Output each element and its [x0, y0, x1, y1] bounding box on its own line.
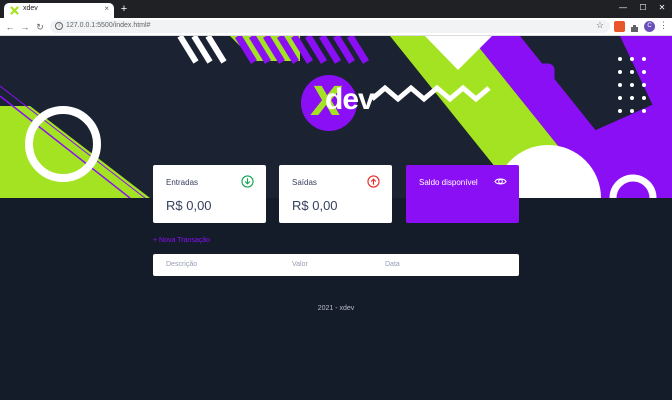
bookmark-star-icon[interactable]: ☆	[596, 20, 604, 31]
xdev-favicon-icon	[10, 6, 19, 15]
puzzle-icon[interactable]	[629, 21, 640, 32]
close-window-button[interactable]: ✕	[655, 2, 669, 14]
address-bar[interactable]: i 127.0.0.1:5500/index.html# ☆	[50, 20, 610, 33]
arrow-down-circle-icon	[241, 175, 254, 188]
card-value: R$ 0,00	[166, 198, 212, 213]
column-header-description: Descrição	[166, 261, 198, 268]
summary-cards: Entradas R$ 0,00 Saídas R$ 0,00 Saldo di…	[153, 165, 519, 223]
new-tab-button[interactable]: +	[118, 3, 130, 15]
browser-menu-icon[interactable]: ⋮	[659, 20, 668, 31]
card-title: Saldo disponível	[419, 178, 478, 187]
card-title: Entradas	[166, 178, 199, 187]
back-button[interactable]: ←	[4, 21, 16, 33]
arrow-up-circle-icon	[367, 175, 380, 188]
card-value: R$ 0,00	[292, 198, 338, 213]
browser-toolbar: ← → ↻ i 127.0.0.1:5500/index.html# ☆ C ⋮	[0, 18, 672, 36]
extension-icon[interactable]	[614, 21, 625, 32]
browser-tab[interactable]: xdev ×	[4, 3, 114, 18]
new-transaction-link[interactable]: + Nova Transação	[153, 237, 210, 244]
forward-button[interactable]: →	[19, 21, 31, 33]
page-content: X dev Entradas R$ 0,00 Saídas R$ 0,00 Sa…	[0, 36, 672, 400]
xdev-logo: X dev	[301, 75, 375, 131]
card-entradas: Entradas R$ 0,00	[153, 165, 266, 223]
reload-button[interactable]: ↻	[34, 21, 46, 33]
site-info-icon[interactable]: i	[55, 22, 63, 30]
eye-icon[interactable]	[494, 175, 507, 188]
tab-title: xdev	[23, 5, 38, 12]
column-header-date: Data	[385, 261, 400, 268]
logo-text: dev	[325, 83, 375, 116]
column-header-value: Valor	[292, 261, 308, 268]
card-title: Saídas	[292, 178, 317, 187]
tab-close-icon[interactable]: ×	[104, 4, 109, 13]
maximize-button[interactable]: ☐	[636, 2, 650, 14]
url-text[interactable]: 127.0.0.1:5500/index.html#	[66, 22, 150, 29]
transactions-table-header: Descrição Valor Data	[153, 254, 519, 276]
card-saidas: Saídas R$ 0,00	[279, 165, 392, 223]
browser-titlebar: xdev × + — ☐ ✕	[0, 0, 672, 18]
card-saldo: Saldo disponível	[406, 165, 519, 223]
minimize-button[interactable]: —	[616, 2, 630, 14]
profile-avatar[interactable]: C	[644, 21, 655, 32]
footer-text: 2021 - xdev	[317, 305, 355, 312]
